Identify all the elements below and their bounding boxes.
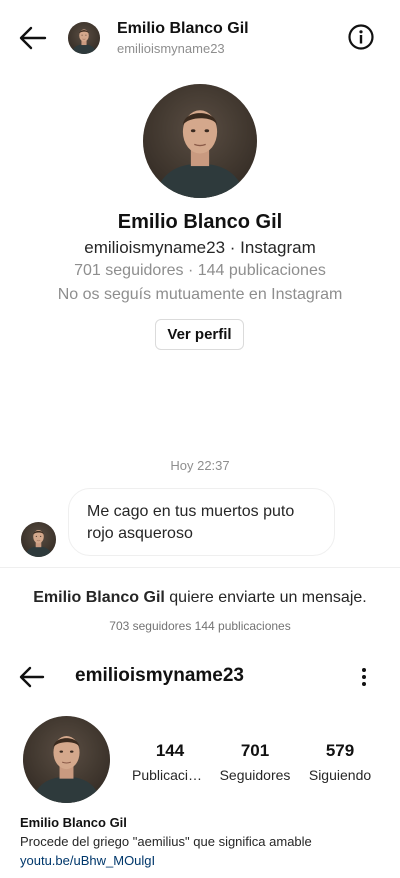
arrow-left-icon — [19, 26, 47, 50]
back-button[interactable] — [18, 24, 48, 52]
following-stat[interactable]: 579 Siguiendo — [302, 741, 378, 783]
posts-stat[interactable]: 144 Publicaciones — [132, 741, 208, 783]
arrow-left-icon — [19, 666, 45, 688]
followers-stat[interactable]: 701 Seguidores — [217, 741, 293, 783]
message-request-text: Emilio Blanco Gil quiere enviarte un men… — [0, 589, 400, 607]
followers-label: Seguidores — [219, 767, 291, 783]
bio-name: Emilio Blanco Gil — [20, 815, 127, 830]
followers-count: 701 — [240, 741, 270, 760]
info-button[interactable] — [347, 23, 375, 51]
following-count: 579 — [325, 741, 355, 760]
profile-card-username: emilioismyname23 · Instagram — [84, 238, 316, 257]
request-sender-stats: 703 seguidores 144 publicaciones — [109, 619, 291, 633]
more-vertical-icon — [362, 668, 366, 686]
header-username[interactable]: emilioismyname23 — [117, 41, 225, 56]
posts-label: Publicaciones — [132, 767, 208, 783]
profile-page-avatar[interactable] — [23, 716, 110, 803]
request-sender-name: Emilio Blanco Gil — [33, 589, 165, 606]
header-display-name[interactable]: Emilio Blanco Gil — [117, 20, 249, 38]
info-icon — [348, 24, 374, 50]
request-text: quiere enviarte un mensaje. — [164, 589, 367, 606]
more-options-button[interactable] — [356, 666, 372, 688]
following-label: Siguiendo — [308, 767, 372, 783]
posts-count: 144 — [155, 741, 185, 760]
profile-page-username: emilioismyname23 — [75, 665, 244, 686]
view-profile-button[interactable]: Ver perfil — [155, 319, 244, 350]
message-sender-avatar[interactable] — [21, 522, 56, 557]
profile-card-avatar — [143, 84, 257, 198]
profile-card-name: Emilio Blanco Gil — [117, 211, 283, 233]
profile-card-stats: 701 seguidores · 144 publicaciones — [74, 262, 326, 279]
message-bubble[interactable]: Me cago en tus muertos puto rojo asquero… — [68, 488, 335, 556]
message-timestamp: Hoy 22:37 — [170, 458, 230, 473]
bio-text: Procede del griego "aemilius" que signif… — [20, 834, 312, 849]
profile-back-button[interactable] — [18, 665, 46, 689]
profile-card-mutual-status: No os seguís mutuamente en Instagram — [57, 286, 343, 303]
bio-link[interactable]: youtu.be/uBhw_MOulgI — [20, 853, 155, 868]
divider — [0, 567, 400, 568]
header-avatar[interactable] — [68, 22, 100, 54]
